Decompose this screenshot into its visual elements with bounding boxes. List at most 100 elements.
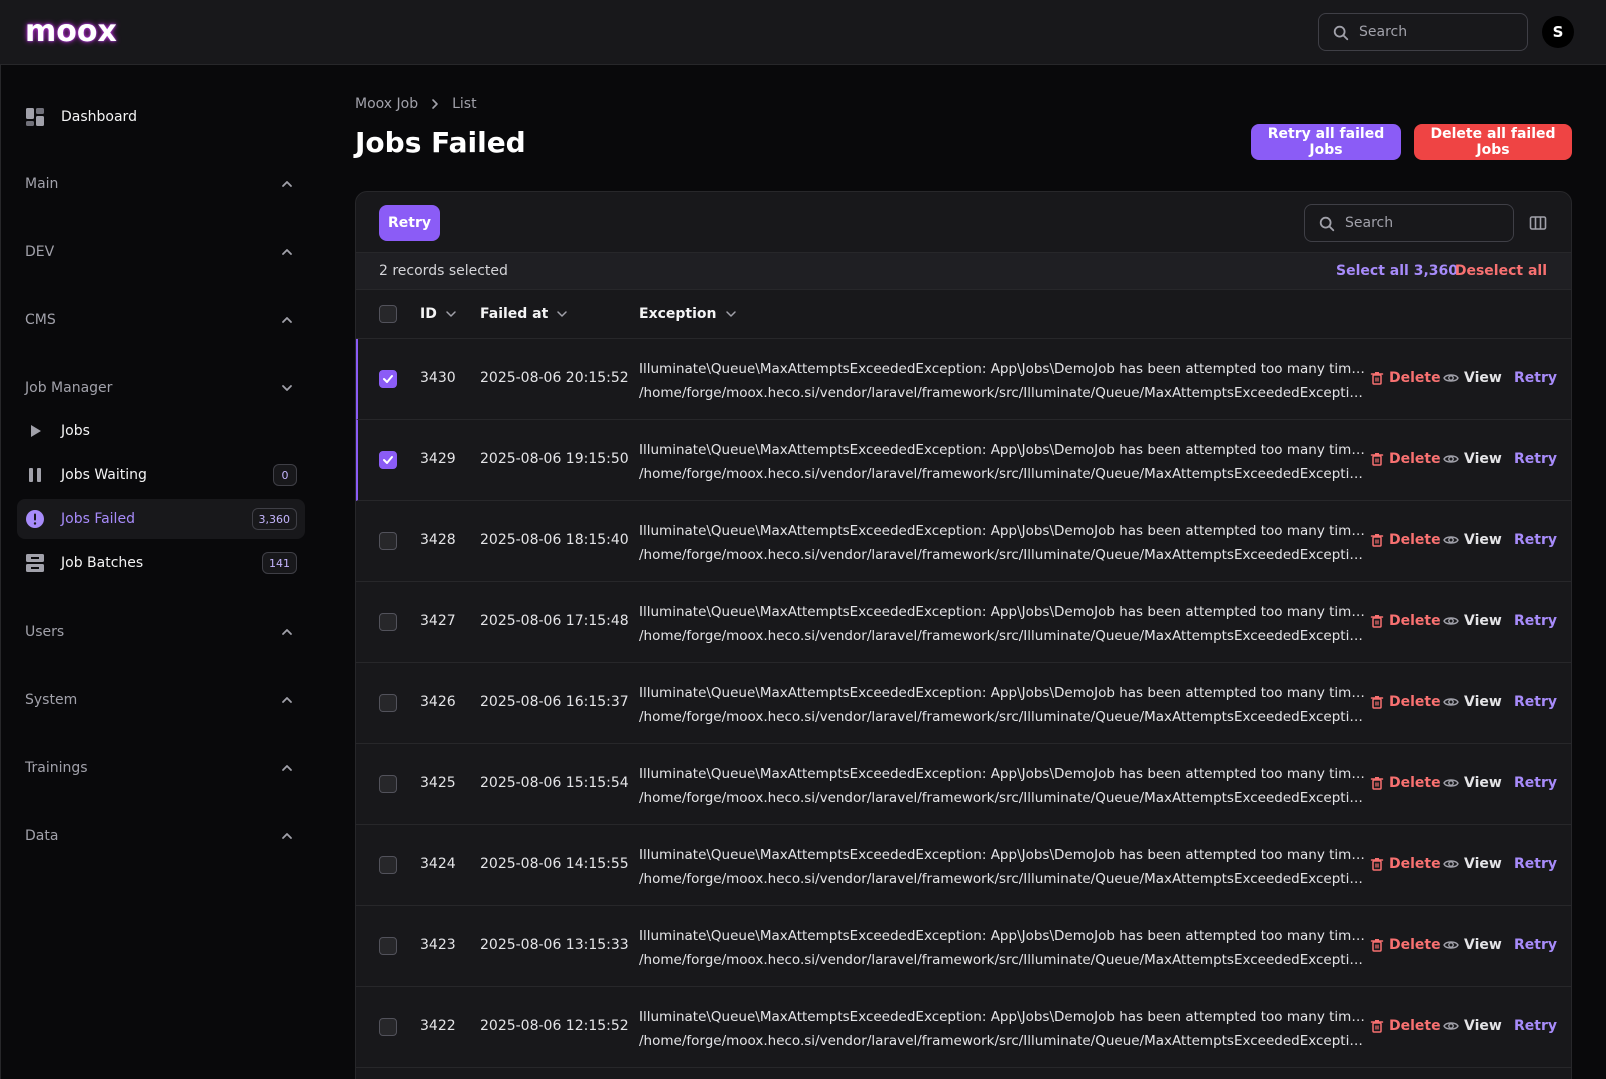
row-checkbox[interactable]: [379, 856, 397, 874]
breadcrumb-parent[interactable]: Moox Job: [355, 96, 418, 112]
chevron-up-icon: [282, 833, 292, 839]
table-row[interactable]: 3427 2025-08-06 17:15:48 Illuminate\Queu…: [356, 582, 1571, 663]
nav-group-label: DEV: [25, 244, 55, 260]
columns-icon[interactable]: [1529, 214, 1547, 232]
global-search[interactable]: [1318, 13, 1528, 51]
row-retry-button[interactable]: Retry: [1514, 532, 1557, 548]
row-retry-button[interactable]: Retry: [1514, 856, 1557, 872]
row-delete-button[interactable]: Delete: [1370, 775, 1441, 791]
nav-group-main[interactable]: Main: [25, 172, 295, 196]
exception-line-2: /home/forge/moox.heco.si/vendor/laravel/…: [639, 871, 1369, 887]
nav-group-cms[interactable]: CMS: [25, 308, 295, 332]
global-search-input[interactable]: [1359, 14, 1519, 50]
eye-icon: [1443, 698, 1459, 706]
row-view-button[interactable]: View: [1443, 775, 1502, 791]
row-retry-button[interactable]: Retry: [1514, 694, 1557, 710]
user-avatar[interactable]: S: [1542, 16, 1574, 48]
table-row[interactable]: 3423 2025-08-06 13:15:33 Illuminate\Queu…: [356, 906, 1571, 987]
table-row[interactable]: 3430 2025-08-06 20:15:52 Illuminate\Queu…: [356, 339, 1571, 420]
row-delete-button[interactable]: Delete: [1370, 532, 1441, 548]
row-retry-button[interactable]: Retry: [1514, 1018, 1557, 1034]
sidebar: Dashboard Main DEV CMS Job Manager Jobs …: [0, 65, 318, 1079]
row-checkbox[interactable]: [379, 775, 397, 793]
column-header-exception[interactable]: Exception: [639, 306, 737, 322]
row-retry-button[interactable]: Retry: [1514, 451, 1557, 467]
action-label: View: [1464, 370, 1502, 386]
row-delete-button[interactable]: Delete: [1370, 856, 1441, 872]
chevron-up-icon: [282, 765, 292, 771]
column-header-failed-at[interactable]: Failed at: [480, 306, 568, 322]
table-row[interactable]: 3425 2025-08-06 15:15:54 Illuminate\Queu…: [356, 744, 1571, 825]
bulk-retry-button[interactable]: Retry: [379, 205, 440, 241]
select-all-checkbox[interactable]: [379, 305, 397, 323]
nav-group-trainings[interactable]: Trainings: [25, 756, 295, 780]
chevron-up-icon: [282, 697, 292, 703]
sidebar-item-jobs[interactable]: Jobs: [17, 411, 305, 451]
nav-group-users[interactable]: Users: [25, 620, 295, 644]
sidebar-item-job-batches[interactable]: Job Batches 141: [17, 543, 305, 583]
exception-line-1: Illuminate\Queue\MaxAttemptsExceededExce…: [639, 604, 1369, 620]
row-checkbox[interactable]: [379, 370, 397, 388]
row-checkbox[interactable]: [379, 451, 397, 469]
table-row[interactable]: 3422 2025-08-06 12:15:52 Illuminate\Queu…: [356, 987, 1571, 1068]
table-row[interactable]: 3429 2025-08-06 19:15:50 Illuminate\Queu…: [356, 420, 1571, 501]
sidebar-item-jobs-waiting[interactable]: Jobs Waiting 0: [17, 455, 305, 495]
row-checkbox[interactable]: [379, 937, 397, 955]
cell-id: 3425: [420, 775, 456, 791]
eye-icon: [1443, 860, 1459, 868]
row-view-button[interactable]: View: [1443, 451, 1502, 467]
eye-icon: [1443, 617, 1459, 625]
action-label: Delete: [1389, 775, 1441, 791]
chevron-up-icon: [282, 629, 292, 635]
eye-icon: [1443, 455, 1459, 463]
row-delete-button[interactable]: Delete: [1370, 937, 1441, 953]
exception-line-1: Illuminate\Queue\MaxAttemptsExceededExce…: [639, 1009, 1369, 1025]
row-delete-button[interactable]: Delete: [1370, 370, 1441, 386]
row-view-button[interactable]: View: [1443, 856, 1502, 872]
row-view-button[interactable]: View: [1443, 613, 1502, 629]
row-view-button[interactable]: View: [1443, 1018, 1502, 1034]
chevron-up-icon: [282, 317, 292, 323]
row-retry-button[interactable]: Retry: [1514, 775, 1557, 791]
table-row[interactable]: 3428 2025-08-06 18:15:40 Illuminate\Queu…: [356, 501, 1571, 582]
select-all-link[interactable]: Select all 3,360: [1336, 263, 1458, 279]
row-view-button[interactable]: View: [1443, 532, 1502, 548]
cell-failed-at: 2025-08-06 13:15:33: [480, 937, 629, 953]
column-header-id[interactable]: ID: [420, 306, 457, 322]
sidebar-item-dashboard[interactable]: Dashboard: [17, 97, 305, 137]
row-checkbox[interactable]: [379, 1018, 397, 1036]
sidebar-item-jobs-failed[interactable]: Jobs Failed 3,360: [17, 499, 305, 539]
exception-line-1: Illuminate\Queue\MaxAttemptsExceededExce…: [639, 847, 1369, 863]
table-row[interactable]: 3424 2025-08-06 14:15:55 Illuminate\Queu…: [356, 825, 1571, 906]
cell-id: 3423: [420, 937, 456, 953]
chevron-up-icon: [282, 181, 292, 187]
nav-group-system[interactable]: System: [25, 688, 295, 712]
table-search[interactable]: [1304, 204, 1514, 242]
row-retry-button[interactable]: Retry: [1514, 370, 1557, 386]
table-row[interactable]: 3426 2025-08-06 16:15:37 Illuminate\Queu…: [356, 663, 1571, 744]
row-delete-button[interactable]: Delete: [1370, 694, 1441, 710]
row-checkbox[interactable]: [379, 694, 397, 712]
row-checkbox[interactable]: [379, 613, 397, 631]
moox-logo[interactable]: moox: [25, 14, 117, 49]
row-checkbox[interactable]: [379, 532, 397, 550]
row-view-button[interactable]: View: [1443, 694, 1502, 710]
row-view-button[interactable]: View: [1443, 937, 1502, 953]
table-search-input[interactable]: [1345, 205, 1505, 241]
action-label: Delete: [1389, 532, 1441, 548]
eye-icon: [1443, 779, 1459, 787]
deselect-all-link[interactable]: Deselect all: [1455, 263, 1547, 279]
nav-group-data[interactable]: Data: [25, 824, 295, 848]
retry-all-failed-jobs-button[interactable]: Retry all failed Jobs: [1251, 124, 1401, 160]
row-delete-button[interactable]: Delete: [1370, 613, 1441, 629]
nav-group-job-manager[interactable]: Job Manager: [25, 376, 295, 400]
row-retry-button[interactable]: Retry: [1514, 613, 1557, 629]
row-retry-button[interactable]: Retry: [1514, 937, 1557, 953]
row-delete-button[interactable]: Delete: [1370, 1018, 1441, 1034]
nav-group-dev[interactable]: DEV: [25, 240, 295, 264]
row-delete-button[interactable]: Delete: [1370, 451, 1441, 467]
action-label: View: [1464, 775, 1502, 791]
delete-all-failed-jobs-button[interactable]: Delete all failed Jobs: [1414, 124, 1572, 160]
row-view-button[interactable]: View: [1443, 370, 1502, 386]
exception-line-2: /home/forge/moox.heco.si/vendor/laravel/…: [639, 952, 1369, 968]
